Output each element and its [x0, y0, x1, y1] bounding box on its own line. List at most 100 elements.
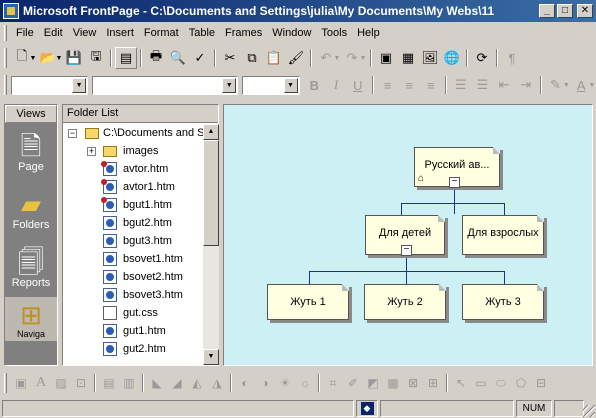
open-dropdown-icon[interactable]: ▼	[55, 55, 63, 62]
view-navigation[interactable]: ⊞ Naviga	[5, 297, 57, 341]
italic-button[interactable]: I	[325, 74, 347, 96]
menu-tools[interactable]: Tools	[316, 24, 352, 42]
print-preview-icon[interactable]: 🔍	[167, 47, 189, 69]
decrease-indent-icon[interactable]: ⇤	[493, 74, 515, 96]
minimize-button[interactable]: _	[539, 4, 555, 18]
refresh-icon[interactable]: ⟳	[471, 47, 493, 69]
auto-thumbnail-icon[interactable]: ▨	[51, 372, 71, 394]
nav-page-child[interactable]: Жуть 1	[267, 284, 349, 320]
highlight-dropdown-icon[interactable]: ▼	[562, 82, 570, 89]
tree-item-file[interactable]: gut1.htm	[63, 322, 203, 340]
chevron-down-icon[interactable]: ▼	[72, 77, 87, 93]
tree-item-file[interactable]: avtor.htm	[63, 160, 203, 178]
menu-frames[interactable]: Frames	[220, 24, 267, 42]
menu-format[interactable]: Format	[139, 24, 184, 42]
resize-grip-icon[interactable]	[583, 405, 595, 417]
font-combo[interactable]: ▼	[92, 75, 239, 95]
menu-view[interactable]: View	[68, 24, 102, 42]
rotate-right-icon[interactable]: ◢	[167, 372, 187, 394]
insert-picture-icon[interactable]: 🖼	[419, 47, 441, 69]
rectangle-icon[interactable]: ▭	[471, 372, 491, 394]
flip-vertical-icon[interactable]: ◮	[207, 372, 227, 394]
tree-item-file[interactable]: gut.css	[63, 304, 203, 322]
menu-file[interactable]: File	[11, 24, 39, 42]
spelling-icon[interactable]: ✓	[189, 47, 211, 69]
insert-picture-icon[interactable]: ▣	[11, 372, 31, 394]
save-icon[interactable]: 💾	[63, 47, 85, 69]
tree-item-file[interactable]: bsovet3.htm	[63, 286, 203, 304]
folder-list-icon[interactable]: ▤	[115, 47, 137, 69]
tree-item-images[interactable]: + images	[63, 142, 203, 160]
hotspot-icon[interactable]: ⊟	[531, 372, 551, 394]
view-folders[interactable]: ▰ Folders	[5, 181, 57, 239]
tree-item-file[interactable]: bgut3.htm	[63, 232, 203, 250]
tree-item-file[interactable]: bgut2.htm	[63, 214, 203, 232]
bring-forward-icon[interactable]: ▤	[99, 372, 119, 394]
tree-item-file[interactable]: bsovet1.htm	[63, 250, 203, 268]
rotate-left-icon[interactable]: ◣	[147, 372, 167, 394]
view-page[interactable]: 🗎 Page	[5, 123, 57, 181]
tree-item-file[interactable]: gut2.htm	[63, 340, 203, 358]
polygon-icon[interactable]: ⬠	[511, 372, 531, 394]
scroll-up-icon[interactable]: ▲	[203, 124, 219, 140]
resample-icon[interactable]: ⊠	[403, 372, 423, 394]
chevron-down-icon[interactable]: ▼	[283, 77, 298, 93]
align-right-icon[interactable]: ≡	[420, 74, 442, 96]
more-contrast-icon[interactable]: ◐	[235, 372, 255, 394]
menu-help[interactable]: Help	[352, 24, 385, 42]
numbering-icon[interactable]: ☰	[450, 74, 472, 96]
collapse-toggle[interactable]: −	[449, 177, 460, 188]
nav-page-adults[interactable]: Для взрослых	[462, 215, 544, 255]
scroll-down-icon[interactable]: ▼	[203, 349, 219, 365]
new-dropdown-icon[interactable]: ▼	[29, 55, 37, 62]
bullets-icon[interactable]: ☰	[472, 74, 494, 96]
menu-window[interactable]: Window	[267, 24, 316, 42]
oval-icon[interactable]: ⬭	[491, 372, 511, 394]
nav-page-child[interactable]: Жуть 3	[462, 284, 544, 320]
publish-icon[interactable]: 🖫	[85, 47, 107, 69]
increase-indent-icon[interactable]: ⇥	[515, 74, 537, 96]
tree-item-file[interactable]: avtor1.htm	[63, 178, 203, 196]
insert-component-icon[interactable]: ▣	[375, 47, 397, 69]
menu-table[interactable]: Table	[184, 24, 220, 42]
nav-page-child[interactable]: Жуть 2	[364, 284, 446, 320]
collapse-toggle[interactable]: −	[401, 245, 412, 256]
folder-list-scrollbar[interactable]: ▲ ▼	[203, 124, 219, 365]
underline-button[interactable]: U	[347, 74, 369, 96]
font-color-dropdown-icon[interactable]: ▼	[588, 82, 596, 89]
menu-insert[interactable]: Insert	[101, 24, 139, 42]
align-center-icon[interactable]: ≡	[398, 74, 420, 96]
print-icon[interactable]: 🖶	[145, 47, 167, 69]
toolbar-grip[interactable]	[4, 75, 7, 95]
text-icon[interactable]: A	[31, 372, 51, 394]
maximize-button[interactable]: □	[557, 4, 573, 18]
navigation-canvas[interactable]: Русский ав... ⌂ − Для детей − Для взросл…	[223, 104, 593, 366]
black-white-icon[interactable]: ◩	[363, 372, 383, 394]
style-combo[interactable]: ▼	[10, 75, 89, 95]
font-size-combo[interactable]: ▼	[242, 75, 300, 95]
collapse-icon[interactable]: −	[68, 129, 77, 138]
flip-horizontal-icon[interactable]: ◭	[187, 372, 207, 394]
less-brightness-icon[interactable]: ☼	[295, 372, 315, 394]
set-transparent-icon[interactable]: ✐	[343, 372, 363, 394]
format-painter-icon[interactable]: 🖌	[285, 47, 307, 69]
less-contrast-icon[interactable]: ◑	[255, 372, 275, 394]
bold-button[interactable]: B	[304, 74, 326, 96]
cut-icon[interactable]: ✂	[219, 47, 241, 69]
frontpage-app-icon[interactable]	[3, 3, 19, 19]
insert-table-icon[interactable]: ▦	[397, 47, 419, 69]
scroll-thumb[interactable]	[203, 140, 219, 246]
bevel-icon[interactable]: ▩	[383, 372, 403, 394]
paste-icon[interactable]: 📋	[263, 47, 285, 69]
align-left-icon[interactable]: ≡	[377, 74, 399, 96]
more-brightness-icon[interactable]: ☀	[275, 372, 295, 394]
show-all-icon[interactable]: ¶	[501, 47, 523, 69]
chevron-down-icon[interactable]: ▼	[222, 77, 237, 93]
select-arrow-icon[interactable]: ↖	[451, 372, 471, 394]
expand-icon[interactable]: +	[87, 147, 96, 156]
tree-root-folder[interactable]: − C:\Documents and S	[63, 124, 203, 142]
view-reports[interactable]: 🗐 Reports	[5, 239, 57, 297]
send-backward-icon[interactable]: ▥	[119, 372, 139, 394]
undo-dropdown-icon[interactable]: ▼	[333, 55, 341, 62]
tree-item-file[interactable]: bgut1.htm	[63, 196, 203, 214]
